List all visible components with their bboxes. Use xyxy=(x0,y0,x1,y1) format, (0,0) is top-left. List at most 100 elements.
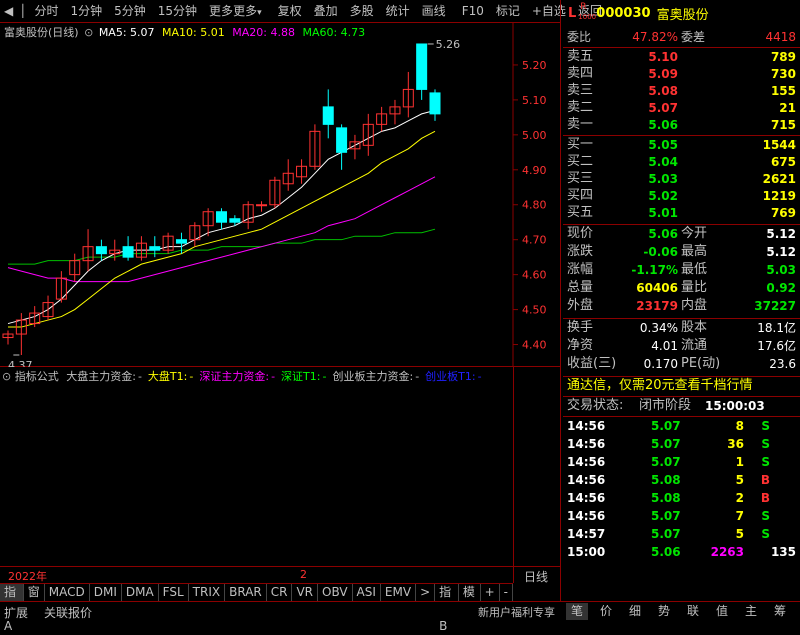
stat-value: 0.170 xyxy=(643,357,678,371)
indicator-tab[interactable]: CR xyxy=(267,584,293,601)
multi-stock-button[interactable]: 多股 xyxy=(344,0,380,22)
axis-divider xyxy=(513,366,514,583)
nav-tab[interactable]: 价 xyxy=(595,603,617,620)
overlay-button[interactable]: 叠加 xyxy=(308,0,344,22)
draw-button[interactable]: 画线 xyxy=(416,0,452,22)
related-quote-button[interactable]: 关联报价 xyxy=(44,604,92,621)
period-label[interactable]: 日线 xyxy=(524,568,548,585)
stat-row: 涨幅 -1.17% 最低 5.03 xyxy=(563,261,800,279)
tick-volume: 5 xyxy=(735,527,744,541)
indicator-tab[interactable]: - xyxy=(500,584,513,601)
indicator-tab[interactable]: + xyxy=(481,584,500,601)
tab-fenshi[interactable]: 分时 xyxy=(28,0,64,22)
tab-5min[interactable]: 5分钟 xyxy=(108,0,152,22)
indicator-tab[interactable]: DMI xyxy=(90,584,122,601)
indicator-tab[interactable]: 模 板 xyxy=(459,584,481,616)
ma10-label: MA10: 5.01 xyxy=(162,26,225,39)
bid-row: 买四 5.02 1219 xyxy=(563,187,800,205)
weicha-label: 委差 xyxy=(681,30,706,44)
tab-15min[interactable]: 15分钟 xyxy=(152,0,203,22)
ask-volume: 789 xyxy=(770,50,796,64)
stock-name: 富奥股份 xyxy=(656,7,709,23)
ask-row: 卖三 5.08 155 xyxy=(563,82,800,100)
ask-row: 卖二 5.07 21 xyxy=(563,99,800,117)
stock-code: 000030 xyxy=(596,5,651,21)
indicator-tab[interactable]: 指标B xyxy=(435,584,459,633)
indicator-tab[interactable]: BRAR xyxy=(225,584,267,601)
stat-value: 5.12 xyxy=(766,227,796,241)
y-tick-label: 5.00 xyxy=(522,129,547,142)
bid-label: 买二 xyxy=(567,154,594,169)
low-label: 4.37 xyxy=(8,359,33,367)
tab-1min[interactable]: 1分钟 xyxy=(64,0,108,22)
indicator-tab[interactable]: MACD xyxy=(45,584,90,601)
ask-label: 卖二 xyxy=(567,100,594,115)
tick-price: 5.07 xyxy=(651,455,681,469)
stock-badge-l: L xyxy=(568,5,577,21)
indicator-tab[interactable]: FSL xyxy=(159,584,189,601)
stat-row: 外盘 23179 内盘 37227 xyxy=(563,297,800,315)
y-tick-label: 5.10 xyxy=(522,94,547,107)
indicator-tab[interactable]: DMA xyxy=(122,584,159,601)
indicator-tab[interactable]: VR xyxy=(292,584,319,601)
nav-tab[interactable]: 势 xyxy=(653,603,675,620)
nav-tab[interactable]: 笔 xyxy=(566,603,588,620)
chevron-right-icon[interactable]: │ xyxy=(17,4,28,18)
indicator-item: 深证主力资金: xyxy=(199,370,270,383)
promo-link[interactable]: 新用户福利专享 xyxy=(478,604,555,620)
indicator-item: 大盘主力资金: xyxy=(66,370,136,383)
tick-row: 14:56 5.07 36 S xyxy=(563,435,800,453)
nav-tab[interactable]: 值 xyxy=(711,603,733,620)
indicator-items: 大盘主力资金: - 大盘T1: - 深证主力资金: - 深证T1: - 创业板主力资金: - 创业板… xyxy=(66,370,487,383)
tick-price: 5.07 xyxy=(651,509,681,523)
tick-volume: 5 xyxy=(735,473,744,487)
expand-button[interactable]: 扩展 xyxy=(4,604,28,621)
chart-legend: 富奥股份(日线) ⊙ MA5: 5.07 MA10: 5.01 MA20: 4.… xyxy=(4,24,365,40)
f10-button[interactable]: F10 xyxy=(456,0,490,22)
nav-tab[interactable]: 筹 xyxy=(769,603,791,620)
mark-button[interactable]: 标记 xyxy=(490,0,526,22)
tick-row: 14:56 5.07 7 S xyxy=(563,507,800,525)
bid-price: 5.05 xyxy=(648,138,678,152)
more-menu[interactable]: 更多更多▾ xyxy=(203,0,268,22)
ask-price: 5.10 xyxy=(648,50,678,64)
indicator-tab[interactable]: 指标A xyxy=(0,584,24,633)
indicator-tab[interactable]: 窗口 xyxy=(24,584,45,616)
nav-tab[interactable]: 细 xyxy=(624,603,646,620)
tick-volume: 2263 xyxy=(710,545,744,559)
tick-price: 5.08 xyxy=(651,491,681,505)
chevron-left-icon[interactable]: ◀ xyxy=(0,4,17,18)
indicator-item: 创业板主力资金: xyxy=(332,370,414,383)
indicator-tab[interactable]: OBV xyxy=(318,584,353,601)
indicator-tab[interactable]: TRIX xyxy=(189,584,226,601)
candle-body xyxy=(416,43,428,90)
ask-label: 卖一 xyxy=(567,117,594,132)
indicator-tab[interactable]: EMV xyxy=(381,584,417,601)
kline-chart[interactable]: 5.20 5.10 5.00 4.90 4.80 4.70 4.60 4.50 4.40 5.26… xyxy=(0,22,560,367)
candle-body xyxy=(336,127,348,153)
indicator-item: - xyxy=(271,370,276,383)
tick-price: 5.07 xyxy=(651,419,681,433)
stat-row: 收益(三) 0.170 PE(动) 23.6 xyxy=(563,355,800,373)
fuquan-button[interactable]: 复权 xyxy=(272,0,308,22)
indicator-expand-icon[interactable]: ⊙ xyxy=(2,370,11,383)
indicator-tabs: 指标A窗口MACDDMIDMAFSLTRIXBRARCRVROBVASIEMV>… xyxy=(0,583,513,633)
tick-direction: S xyxy=(761,509,770,523)
bid-volume: 2621 xyxy=(762,172,796,186)
tick-time: 14:56 xyxy=(567,509,606,523)
stock-badge: R 1000 xyxy=(578,2,596,24)
tick-time: 14:56 xyxy=(567,437,606,451)
bid-label: 买三 xyxy=(567,171,594,186)
nav-tab[interactable]: 联 xyxy=(682,603,704,620)
stats-button[interactable]: 统计 xyxy=(380,0,416,22)
indicator-tab[interactable]: > xyxy=(416,584,436,601)
indicator-tab[interactable]: ASI xyxy=(353,584,381,601)
nav-tab[interactable]: 主 xyxy=(740,603,762,620)
stat-row: 涨跌 -0.06 最高 5.12 xyxy=(563,243,800,261)
ask-row: 卖四 5.09 730 xyxy=(563,65,800,83)
weibi-value: 47.82% xyxy=(632,30,678,44)
legend-toggle-icon[interactable]: ⊙ xyxy=(84,26,93,39)
stat-row: 净资 4.01 流通 17.6亿 xyxy=(563,337,800,355)
bid-label: 买一 xyxy=(567,137,594,152)
indicator-name[interactable]: 指标公式 xyxy=(15,370,59,383)
